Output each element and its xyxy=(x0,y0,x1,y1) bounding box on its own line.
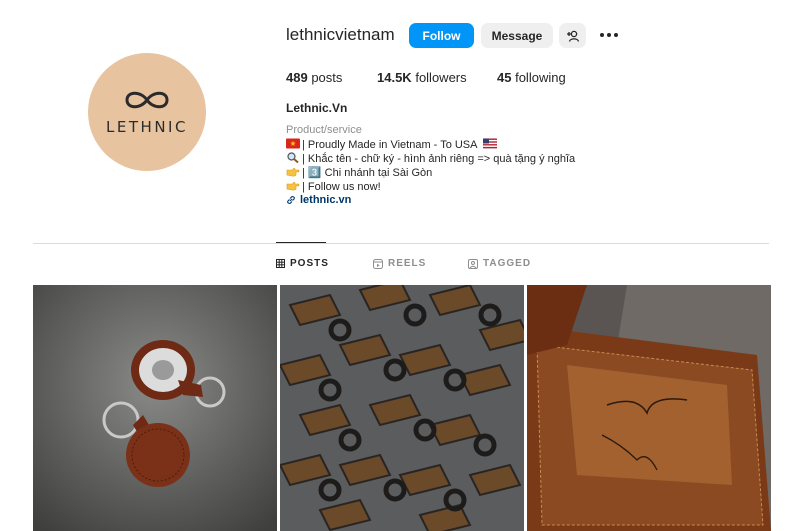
add-user-icon xyxy=(567,30,579,42)
bio-line: | 3️⃣ Chi nhánh tại Sài Gòn xyxy=(286,166,432,179)
post-thumbnail[interactable] xyxy=(527,285,771,531)
post-image xyxy=(527,285,771,531)
tab-label: POSTS xyxy=(290,258,329,269)
tab-reels[interactable]: REELS xyxy=(373,258,426,269)
usa-flag-icon xyxy=(482,138,497,149)
following-stat[interactable]: 45 following xyxy=(497,70,566,85)
posts-count-stat: 489 posts xyxy=(286,70,342,85)
profile-category: Product/service xyxy=(286,124,362,136)
avatar-logo-text: LETHNIC xyxy=(106,118,188,136)
bio-line: | Follow us now! xyxy=(286,180,381,193)
tab-posts[interactable]: POSTS xyxy=(276,258,329,269)
following-count: 45 xyxy=(497,70,512,85)
posts-count: 489 xyxy=(286,70,308,85)
posts-label: posts xyxy=(311,70,343,85)
profile-username: lethnicvietnam xyxy=(286,25,395,44)
following-label: following xyxy=(515,70,566,85)
reels-icon xyxy=(373,258,383,269)
bio-text: | Follow us now! xyxy=(302,181,381,193)
post-thumbnail[interactable] xyxy=(280,285,524,531)
follow-button[interactable]: Follow xyxy=(409,23,474,48)
magnifier-icon xyxy=(287,152,299,163)
bio-line: | Khắc tên - chữ ký - hình ảnh riêng => … xyxy=(286,152,575,165)
post-thumbnail[interactable] xyxy=(33,285,277,531)
bio-line: | Proudly Made in Vietnam - To USA xyxy=(286,138,499,151)
message-button[interactable]: Message xyxy=(481,23,553,48)
infinity-logo-icon xyxy=(125,91,169,109)
profile-website-link[interactable]: lethnic.vn xyxy=(286,194,351,206)
profile-avatar[interactable]: LETHNIC xyxy=(88,53,206,171)
post-image xyxy=(33,285,277,531)
followers-stat[interactable]: 14.5K followers xyxy=(377,70,467,85)
followers-count: 14.5K xyxy=(377,70,412,85)
bio-text: | Proudly Made in Vietnam - To USA xyxy=(302,139,477,151)
tagged-icon xyxy=(468,258,478,269)
more-options-icon[interactable] xyxy=(600,27,618,43)
post-image xyxy=(280,285,524,531)
tab-label: REELS xyxy=(388,258,427,269)
pointing-hand-icon xyxy=(286,181,300,191)
website-link-text: lethnic.vn xyxy=(300,194,352,206)
active-tab-indicator xyxy=(276,242,326,243)
suggest-user-button[interactable] xyxy=(559,23,586,48)
followers-label: followers xyxy=(415,70,467,85)
tab-tagged[interactable]: TAGGED xyxy=(468,258,531,269)
vietnam-flag-icon xyxy=(286,138,300,149)
profile-full-name: Lethnic.Vn xyxy=(286,101,348,115)
tabs-divider xyxy=(33,243,769,244)
pointing-hand-icon xyxy=(286,167,300,177)
bio-text: | Khắc tên - chữ ký - hình ảnh riêng => … xyxy=(302,153,576,165)
tab-label: TAGGED xyxy=(483,258,532,269)
link-icon xyxy=(287,195,295,205)
grid-icon xyxy=(276,259,285,268)
bio-text: | 3️⃣ Chi nhánh tại Sài Gòn xyxy=(302,167,433,179)
